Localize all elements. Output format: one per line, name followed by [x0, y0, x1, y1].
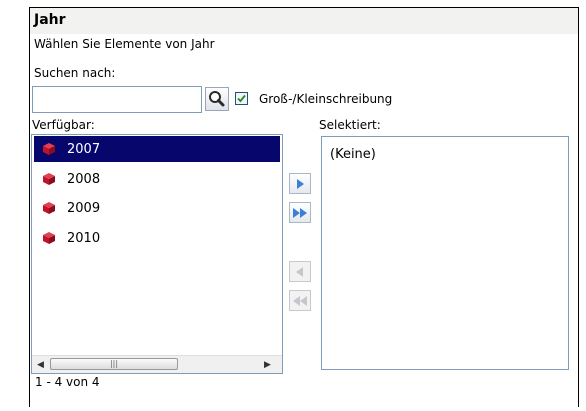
scroll-thumb[interactable]: |||	[50, 358, 178, 370]
case-sensitive-checkbox[interactable]	[235, 92, 248, 105]
cube-icon	[43, 173, 55, 185]
empty-selection-text: (Keine)	[330, 147, 376, 162]
cube-icon	[43, 143, 55, 155]
selected-label: Selektiert:	[319, 118, 381, 132]
case-sensitive-label: Groß-/Kleinschreibung	[259, 92, 393, 106]
list-item-label: 2010	[67, 231, 101, 246]
available-label: Verfügbar:	[32, 118, 95, 132]
member-selector-panel: Jahr Wählen Sie Elemente von Jahr Suchen…	[29, 7, 579, 407]
selected-list[interactable]: (Keine)	[321, 136, 569, 370]
remove-all-button[interactable]	[289, 290, 311, 311]
list-item-label: 2008	[67, 172, 101, 187]
cube-icon	[43, 232, 55, 244]
search-label: Suchen nach:	[34, 66, 116, 80]
check-icon	[237, 94, 246, 103]
search-input[interactable]	[32, 86, 202, 113]
list-item-label: 2009	[67, 201, 101, 216]
scroll-right-icon[interactable]: ▶	[264, 360, 271, 370]
search-button[interactable]	[205, 87, 229, 111]
item-count: 1 - 4 von 4	[35, 375, 100, 389]
double-arrow-left-icon	[293, 296, 307, 306]
list-item[interactable]: 2008	[34, 166, 280, 192]
panel-subtitle: Wählen Sie Elemente von Jahr	[34, 37, 215, 51]
double-arrow-right-icon	[293, 208, 307, 218]
list-item[interactable]: 2007	[34, 136, 280, 162]
scroll-left-icon[interactable]: ◀	[37, 360, 44, 370]
cube-icon	[43, 202, 55, 214]
list-item-label: 2007	[67, 142, 101, 157]
list-item[interactable]: 2009	[34, 195, 280, 221]
add-selected-button[interactable]	[289, 173, 311, 194]
panel-title: Jahr	[34, 12, 66, 28]
magnifier-icon	[209, 91, 225, 107]
panel-header	[30, 8, 578, 34]
arrow-right-icon	[297, 179, 304, 189]
remove-selected-button[interactable]	[289, 261, 311, 282]
available-list[interactable]: 2007 2008 2009 2010 ◀ ||| ▶	[31, 134, 283, 374]
horizontal-scrollbar[interactable]: ◀ ||| ▶	[32, 355, 282, 373]
add-all-button[interactable]	[289, 202, 311, 223]
list-item[interactable]: 2010	[34, 225, 280, 251]
arrow-left-icon	[296, 267, 303, 277]
